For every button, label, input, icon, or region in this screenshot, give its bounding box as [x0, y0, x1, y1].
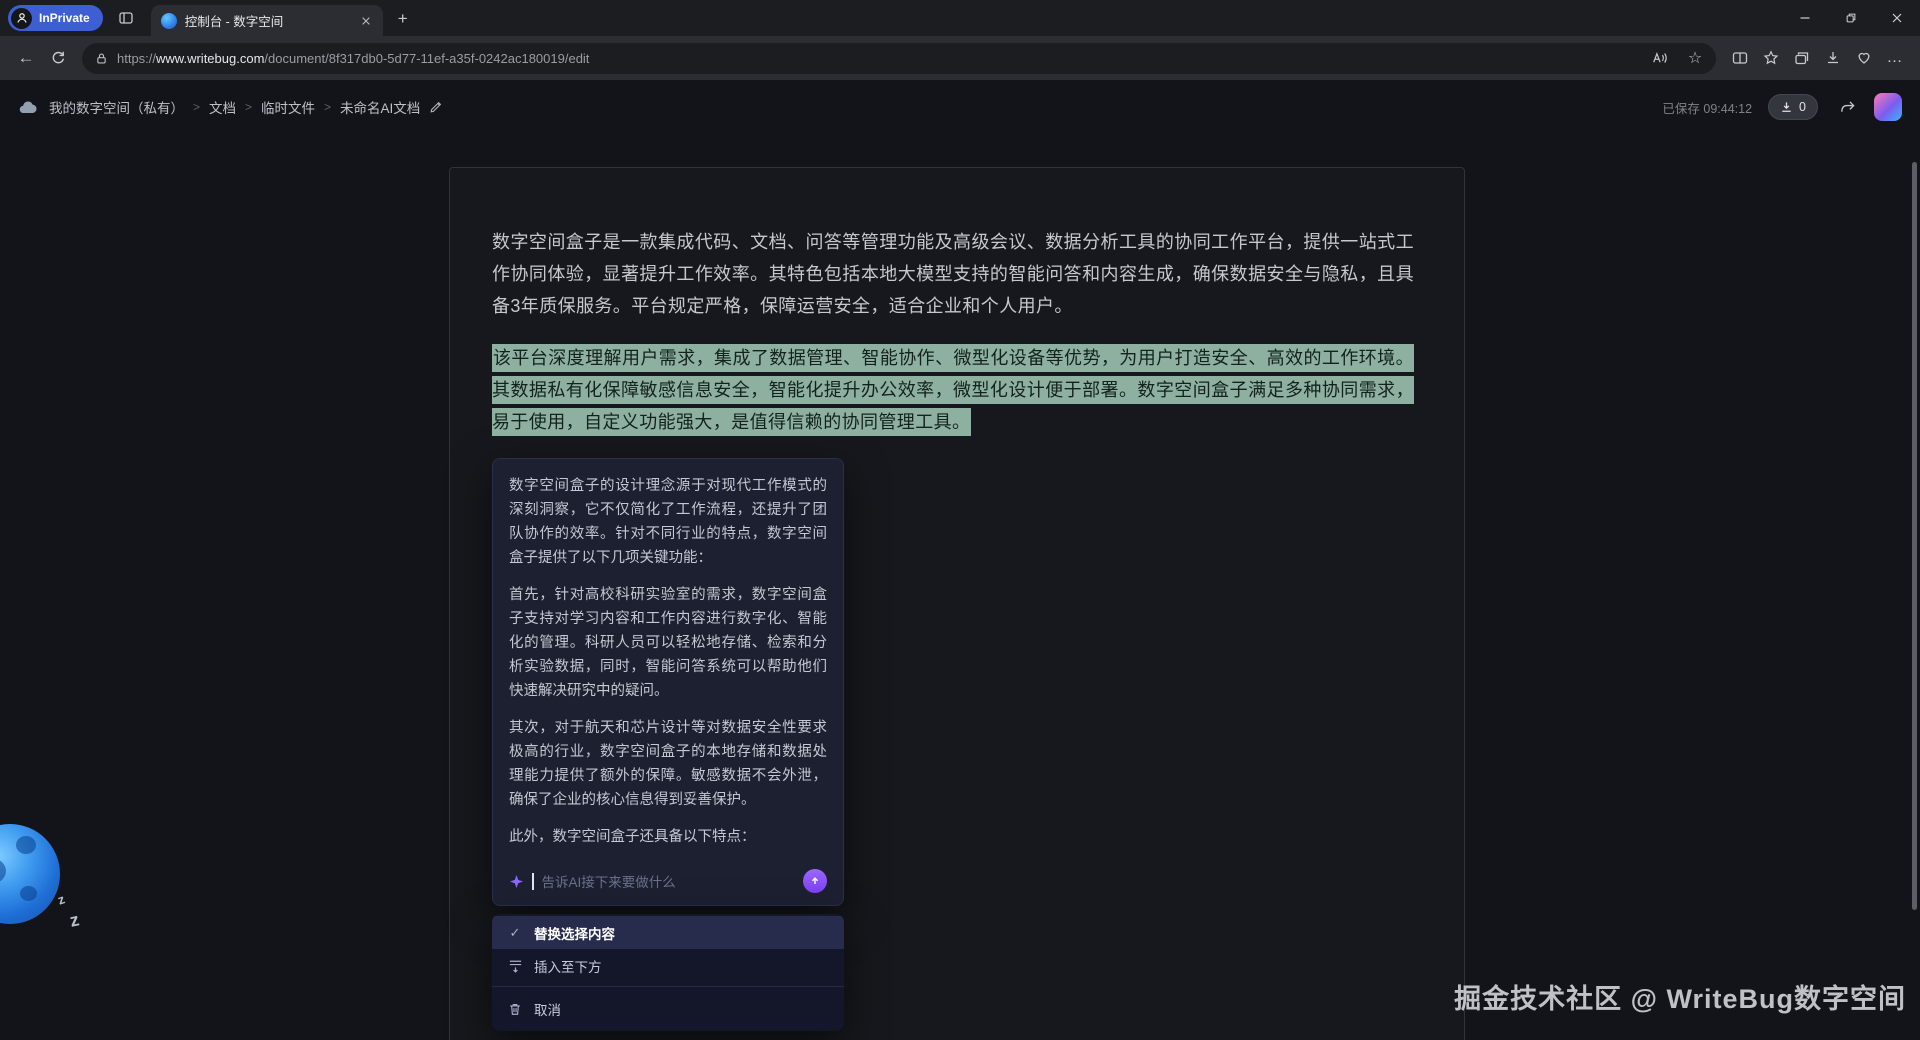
- breadcrumb-item-space[interactable]: 我的数字空间（私有）: [49, 97, 184, 117]
- document-paragraph-selected-wrap[interactable]: 该平台深度理解用户需求，集成了数据管理、智能协作、微型化设备等优势，为用户打造安…: [492, 342, 1414, 438]
- sleep-z-icon: z: [56, 891, 67, 907]
- sleep-z-icon: z: [68, 909, 81, 931]
- tab-title: 控制台 - 数字空间: [185, 11, 349, 30]
- arrow-up-icon: [809, 875, 821, 887]
- document-page[interactable]: 数字空间盒子是一款集成代码、文档、问答等管理功能及高级会议、数据分析工具的协同工…: [449, 167, 1465, 1040]
- cloud-icon: [18, 99, 40, 115]
- breadcrumb-item-docs[interactable]: 文档: [209, 97, 236, 117]
- ai-action-menu: ✓ 替换选择内容 插入至下方: [492, 914, 844, 1031]
- saved-status: 已保存 09:44:12: [1662, 98, 1752, 117]
- trash-icon: [507, 1002, 523, 1016]
- insert-below-icon: [507, 958, 523, 973]
- breadcrumb-separator: >: [324, 100, 331, 114]
- settings-more-icon[interactable]: …: [1879, 43, 1910, 74]
- ai-send-button[interactable]: [803, 869, 827, 893]
- download-arrow-icon: [1780, 101, 1793, 114]
- ai-input-placeholder: 告诉AI接下来要做什么: [542, 871, 796, 891]
- read-aloud-icon[interactable]: [1647, 45, 1673, 71]
- refresh-button[interactable]: [42, 42, 74, 74]
- menu-item-insert-below[interactable]: 插入至下方: [492, 949, 844, 982]
- ai-generated-paragraph: 其次，对于航天和芯片设计等对数据安全性要求极高的行业，数字空间盒子的本地存储和数…: [509, 716, 827, 812]
- ai-suggestion-panel: 数字空间盒子的设计理念源于对现代工作模式的深刻洞察，它不仅简化了工作流程，还提升…: [492, 458, 844, 906]
- breadcrumb-item-current-doc[interactable]: 未命名AI文档: [340, 97, 420, 117]
- minimize-button[interactable]: [1782, 0, 1828, 36]
- menu-item-cancel[interactable]: 取消: [492, 991, 844, 1027]
- favorites-icon[interactable]: [1755, 43, 1786, 74]
- split-screen-icon[interactable]: [1724, 43, 1755, 74]
- tab-close-icon[interactable]: [357, 12, 375, 30]
- workspaces-icon[interactable]: [111, 3, 141, 33]
- breadcrumb-item-temp[interactable]: 临时文件: [261, 97, 315, 117]
- inprivate-label: InPrivate: [39, 11, 90, 25]
- favorite-star-icon[interactable]: ☆: [1682, 45, 1708, 71]
- text-caret: [532, 873, 534, 890]
- browser-essentials-icon[interactable]: [1848, 43, 1879, 74]
- profile-avatar-icon: [11, 8, 32, 29]
- browser-toolbar: ← https://www.writebug.com/document/8f31…: [0, 36, 1920, 80]
- inprivate-badge[interactable]: InPrivate: [8, 5, 103, 31]
- download-count-button[interactable]: 0: [1768, 94, 1818, 120]
- close-button[interactable]: [1874, 0, 1920, 36]
- mascot-sphere-icon: [0, 824, 60, 924]
- url-text: https://www.writebug.com/document/8f317d…: [117, 51, 1638, 66]
- menu-item-replace-selection[interactable]: ✓ 替换选择内容: [492, 916, 844, 949]
- rename-pencil-icon[interactable]: [429, 100, 443, 114]
- address-bar[interactable]: https://www.writebug.com/document/8f317d…: [82, 43, 1716, 74]
- tab-favicon-icon: [161, 13, 177, 29]
- menu-divider: [492, 986, 844, 987]
- menu-item-label: 插入至下方: [534, 956, 602, 976]
- browser-window: InPrivate 控制台 - 数字空间 +: [0, 0, 1920, 1040]
- selected-text[interactable]: 该平台深度理解用户需求，集成了数据管理、智能协作、微型化设备等优势，为用户打造安…: [492, 344, 1414, 436]
- sparkle-icon: [509, 874, 524, 889]
- ai-generated-paragraph: 此外，数字空间盒子还具备以下特点：: [509, 825, 827, 849]
- assistant-mascot[interactable]: z z: [0, 824, 110, 949]
- ai-generated-paragraph: 数字空间盒子的设计理念源于对现代工作模式的深刻洞察，它不仅简化了工作流程，还提升…: [509, 474, 827, 570]
- check-icon: ✓: [507, 925, 523, 941]
- restore-button[interactable]: [1828, 0, 1874, 36]
- collections-icon[interactable]: [1786, 43, 1817, 74]
- user-avatar[interactable]: [1874, 93, 1902, 121]
- menu-item-label: 替换选择内容: [534, 923, 615, 943]
- breadcrumb-separator: >: [193, 100, 200, 114]
- page-scrollbar[interactable]: [1912, 162, 1917, 910]
- breadcrumb-separator: >: [245, 100, 252, 114]
- new-tab-button[interactable]: +: [389, 4, 417, 32]
- editor-content-area: 数字空间盒子是一款集成代码、文档、问答等管理功能及高级会议、数据分析工具的协同工…: [0, 134, 1920, 1040]
- ai-prompt-input[interactable]: 告诉AI接下来要做什么: [509, 862, 827, 896]
- browser-titlebar: InPrivate 控制台 - 数字空间 +: [0, 0, 1920, 36]
- breadcrumb: 我的数字空间（私有） > 文档 > 临时文件 > 未命名AI文档: [18, 97, 443, 117]
- download-count: 0: [1799, 100, 1806, 114]
- downloads-icon[interactable]: [1817, 43, 1848, 74]
- app-header: 我的数字空间（私有） > 文档 > 临时文件 > 未命名AI文档 已保存 09:…: [0, 80, 1920, 134]
- lock-icon: [95, 52, 108, 65]
- share-icon[interactable]: [1832, 92, 1862, 122]
- document-paragraph[interactable]: 数字空间盒子是一款集成代码、文档、问答等管理功能及高级会议、数据分析工具的协同工…: [492, 226, 1414, 322]
- ai-generated-paragraph: 首先，针对高校科研实验室的需求，数字空间盒子支持对学习内容和工作内容进行数字化、…: [509, 583, 827, 703]
- watermark-text: 掘金技术社区 @ WriteBug数字空间: [1454, 977, 1906, 1016]
- back-button[interactable]: ←: [10, 42, 42, 74]
- browser-tab[interactable]: 控制台 - 数字空间: [151, 5, 383, 36]
- menu-item-label: 取消: [534, 999, 561, 1019]
